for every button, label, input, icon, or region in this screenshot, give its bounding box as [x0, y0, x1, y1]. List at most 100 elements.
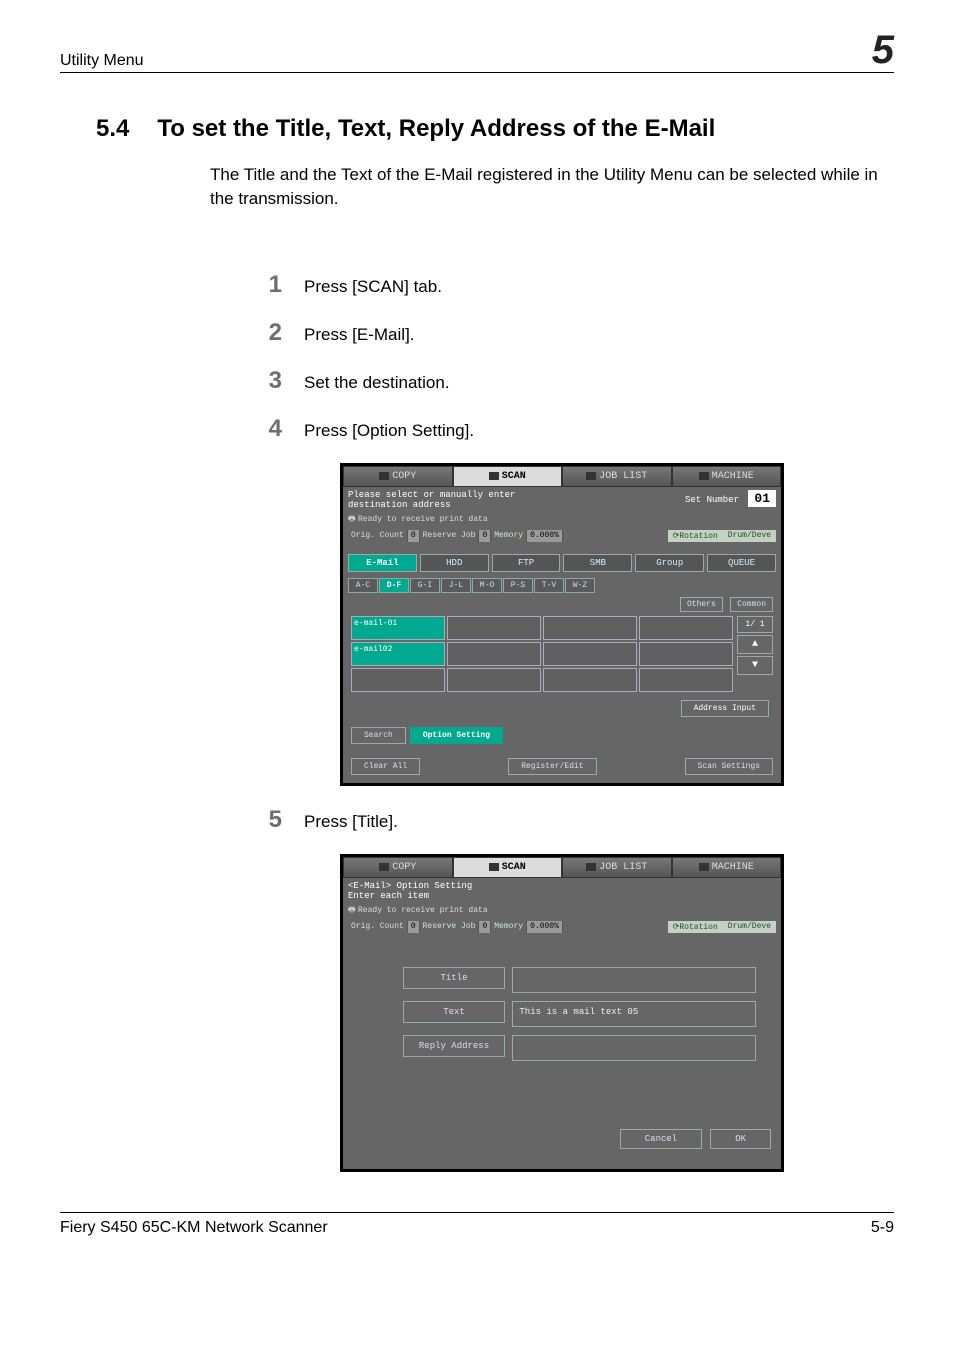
tab-joblist[interactable]: JOB LIST — [562, 466, 672, 487]
step-text-4: Press [Option Setting]. — [304, 415, 474, 441]
dest-cell[interactable] — [447, 668, 541, 692]
maintab-hdd[interactable]: HDD — [420, 554, 489, 572]
alpha-df[interactable]: D-F — [379, 578, 409, 593]
ready-text: Ready to receive print data — [358, 515, 488, 524]
reserve-value: 0 — [479, 530, 491, 542]
step-number-1: 1 — [260, 271, 282, 299]
ok-button[interactable]: OK — [710, 1129, 771, 1149]
tab-scan[interactable]: SCAN — [453, 466, 563, 487]
footer-product: Fiery S450 65C-KM Network Scanner — [60, 1219, 328, 1237]
alpha-ac[interactable]: A-C — [348, 578, 378, 593]
maintab-queue[interactable]: QUEUE — [707, 554, 776, 572]
dest-cell[interactable] — [447, 642, 541, 666]
cancel-button[interactable]: Cancel — [620, 1129, 702, 1149]
chapter-number: 5 — [872, 30, 894, 70]
reserve-value: 0 — [479, 921, 491, 933]
alpha-jl[interactable]: J-L — [441, 578, 471, 593]
tab-machine[interactable]: MACHINE — [672, 466, 782, 487]
section-number: 5.4 — [96, 115, 129, 143]
memory-label: Memory — [491, 530, 527, 542]
drum-status: Drum/Deve — [723, 530, 776, 542]
text-button[interactable]: Text — [403, 1001, 505, 1023]
header-message-2: <E-Mail> Option Setting Enter each item — [348, 881, 472, 901]
set-number: Set Number 01 — [685, 490, 776, 507]
scan-screen: COPY SCAN JOB LIST MACHINE Set Number 01… — [340, 463, 784, 786]
tab-copy[interactable]: COPY — [343, 466, 453, 487]
dest-cell[interactable] — [639, 616, 733, 640]
machine-icon — [699, 863, 709, 871]
dest-cell[interactable] — [543, 616, 637, 640]
step-number-5: 5 — [260, 806, 282, 834]
clear-all-button[interactable]: Clear All — [351, 758, 420, 775]
page-up-button[interactable]: ▲ — [737, 635, 773, 654]
copy-icon — [379, 472, 389, 480]
scan-settings-button[interactable]: Scan Settings — [685, 758, 773, 775]
text-value: This is a mail text 05 — [512, 1001, 756, 1027]
alpha-wz[interactable]: W-Z — [565, 578, 595, 593]
alpha-tv[interactable]: T-V — [534, 578, 564, 593]
reply-address-value — [512, 1035, 756, 1061]
maintab-ftp[interactable]: FTP — [492, 554, 561, 572]
tab-scan[interactable]: SCAN — [453, 857, 563, 878]
header-message: Please select or manually enter destinat… — [348, 490, 515, 510]
header-section: Utility Menu — [60, 52, 144, 70]
others-button[interactable]: Others — [680, 597, 723, 612]
address-input-button[interactable]: Address Input — [681, 700, 769, 717]
memory-label: Memory — [491, 921, 527, 933]
ready-text: Ready to receive print data — [358, 906, 488, 915]
option-setting-button[interactable]: Option Setting — [410, 727, 503, 744]
dest-cell[interactable] — [639, 642, 733, 666]
maintab-group[interactable]: Group — [635, 554, 704, 572]
copy-icon — [379, 863, 389, 871]
option-setting-screen: COPY SCAN JOB LIST MACHINE <E-Mail> Opti… — [340, 854, 784, 1172]
joblist-icon — [586, 472, 596, 480]
alpha-ps[interactable]: P-S — [503, 578, 533, 593]
page-indicator: 1/ 1 — [737, 616, 773, 633]
dest-cell[interactable] — [543, 642, 637, 666]
scan-icon — [489, 863, 499, 871]
register-edit-button[interactable]: Register/Edit — [508, 758, 596, 775]
dest-email-02[interactable]: e-mail02 — [351, 642, 445, 666]
printer-icon: 🖶 — [348, 513, 358, 527]
tab-joblist[interactable]: JOB LIST — [562, 857, 672, 878]
orig-count-value: 0 — [408, 921, 420, 933]
page-down-button[interactable]: ▼ — [737, 656, 773, 675]
step-text-3: Set the destination. — [304, 367, 450, 393]
step-number-4: 4 — [260, 415, 282, 443]
reply-address-button[interactable]: Reply Address — [403, 1035, 505, 1057]
tab-copy[interactable]: COPY — [343, 857, 453, 878]
joblist-icon — [586, 863, 596, 871]
memory-value: 0.000% — [527, 921, 563, 933]
printer-icon: 🖶 — [348, 904, 358, 918]
rotation-status: ⟳Rotation — [668, 530, 723, 542]
intro-text: The Title and the Text of the E-Mail reg… — [210, 163, 890, 211]
maintab-smb[interactable]: SMB — [563, 554, 632, 572]
drum-status: Drum/Deve — [723, 921, 776, 933]
title-button[interactable]: Title — [403, 967, 505, 989]
common-button[interactable]: Common — [730, 597, 773, 612]
machine-icon — [699, 472, 709, 480]
reserve-label: Reserve Job — [420, 921, 480, 933]
step-text-2: Press [E-Mail]. — [304, 319, 415, 345]
alpha-gi[interactable]: G-I — [410, 578, 440, 593]
title-value — [512, 967, 756, 993]
dest-cell[interactable] — [639, 668, 733, 692]
memory-value: 0.000% — [527, 530, 563, 542]
step-number-3: 3 — [260, 367, 282, 395]
orig-count-value: 0 — [408, 530, 420, 542]
dest-cell[interactable] — [447, 616, 541, 640]
section-title: To set the Title, Text, Reply Address of… — [157, 115, 715, 143]
orig-count-label: Orig. Count — [348, 530, 408, 542]
dest-cell[interactable] — [543, 668, 637, 692]
maintab-email[interactable]: E-Mail — [348, 554, 417, 572]
rotation-status: ⟳Rotation — [668, 921, 723, 933]
dest-email-01[interactable]: e-mail-01 — [351, 616, 445, 640]
tab-machine[interactable]: MACHINE — [672, 857, 782, 878]
step-number-2: 2 — [260, 319, 282, 347]
alpha-mo[interactable]: M-O — [472, 578, 502, 593]
search-button[interactable]: Search — [351, 727, 406, 744]
set-number-value: 01 — [748, 490, 776, 507]
dest-cell[interactable] — [351, 668, 445, 692]
reserve-label: Reserve Job — [420, 530, 480, 542]
footer-page: 5-9 — [871, 1219, 894, 1237]
